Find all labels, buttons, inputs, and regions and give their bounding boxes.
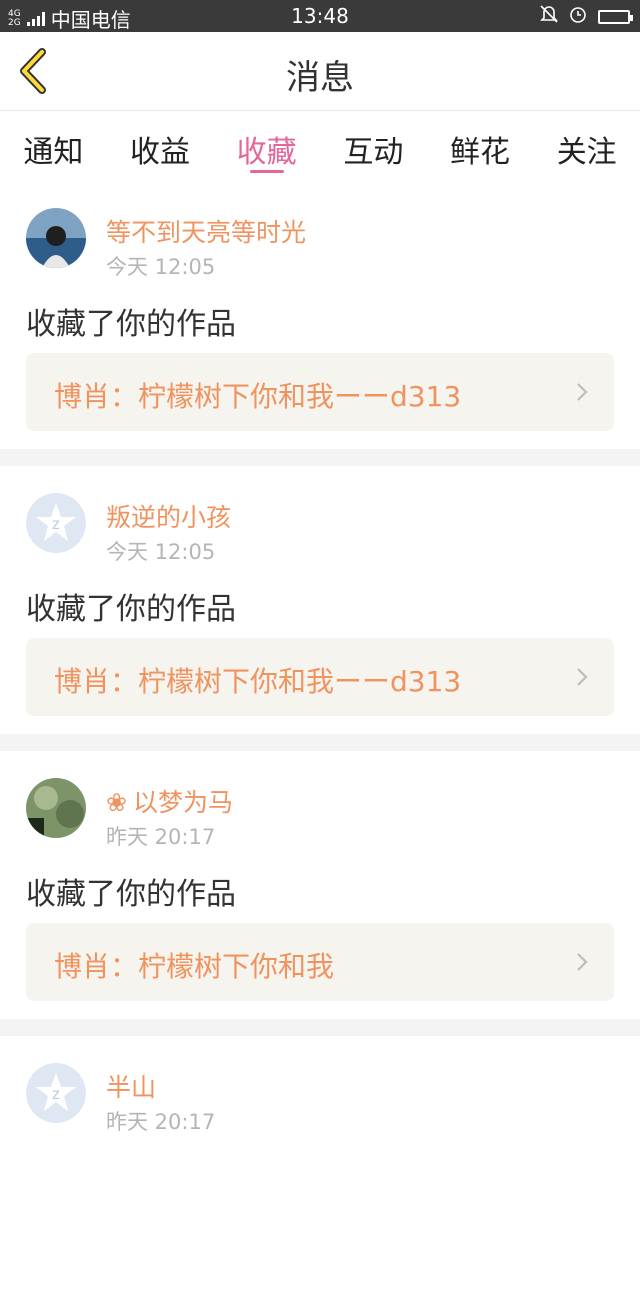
avatar[interactable]: z [26, 493, 86, 553]
work-link[interactable]: 博肖：柠檬树下你和我ーーd313 [26, 353, 614, 431]
work-title: 博肖：柠檬树下你和我 [54, 950, 335, 983]
action-text: 收藏了你的作品 [26, 592, 236, 627]
user-name[interactable]: 叛逆的小孩 [106, 498, 231, 534]
chevron-right-icon [577, 668, 588, 686]
avatar[interactable]: z [26, 1063, 86, 1123]
list-item: 等不到天亮等时光 今天 12:05 收藏了你的作品 博肖：柠檬树下你和我ーーd3… [0, 181, 640, 449]
svg-text:z: z [52, 516, 60, 533]
timestamp: 今天 12:05 [106, 255, 216, 279]
list-item: ❀ 以梦为马 昨天 20:17 收藏了你的作品 博肖：柠檬树下你和我 [0, 751, 640, 1019]
user-name[interactable]: 半山 [106, 1068, 156, 1104]
list-item: z 半山 昨天 20:17 [0, 1036, 640, 1304]
user-name[interactable]: 等不到天亮等时光 [106, 213, 306, 249]
work-title: 博肖：柠檬树下你和我ーーd313 [54, 665, 462, 698]
avatar[interactable] [26, 778, 86, 838]
tab-interactions[interactable]: 互动 [320, 111, 427, 181]
list-item: z 叛逆的小孩 今天 12:05 收藏了你的作品 博肖：柠檬树下你和我ーーd31… [0, 466, 640, 734]
header: 消息 [0, 32, 640, 111]
status-bar: 4G 2G 中国电信 13:48 [0, 0, 640, 32]
battery-icon [598, 9, 633, 24]
timestamp: 昨天 20:17 [106, 825, 216, 849]
tab-following[interactable]: 关注 [533, 111, 640, 181]
divider [0, 449, 640, 466]
tab-earnings[interactable]: 收益 [107, 111, 214, 181]
page-title: 消息 [286, 58, 354, 98]
divider [0, 1019, 640, 1036]
work-title: 博肖：柠檬树下你和我ーーd313 [54, 380, 462, 413]
action-text: 收藏了你的作品 [26, 877, 236, 912]
action-text: 收藏了你的作品 [26, 307, 236, 342]
work-link[interactable]: 博肖：柠檬树下你和我ーーd313 [26, 638, 614, 716]
flower-icon: ❀ [106, 788, 127, 817]
user-name[interactable]: ❀ 以梦为马 [106, 783, 233, 819]
tab-notifications[interactable]: 通知 [0, 111, 107, 181]
timestamp: 今天 12:05 [106, 540, 216, 564]
timestamp: 昨天 20:17 [106, 1110, 216, 1134]
work-link[interactable]: 博肖：柠檬树下你和我 [26, 923, 614, 1001]
message-list: 等不到天亮等时光 今天 12:05 收藏了你的作品 博肖：柠檬树下你和我ーーd3… [0, 181, 640, 1304]
avatar[interactable] [26, 208, 86, 268]
alarm-icon [568, 4, 588, 29]
svg-text:z: z [52, 1086, 60, 1103]
tab-bar: 通知 收益 收藏 互动 鲜花 关注 [0, 111, 640, 181]
chevron-right-icon [577, 383, 588, 401]
divider [0, 734, 640, 751]
mute-bell-icon [540, 4, 558, 29]
chevron-right-icon [577, 953, 588, 971]
active-tab-indicator [249, 170, 284, 173]
tab-flowers[interactable]: 鲜花 [427, 111, 534, 181]
tab-favorites[interactable]: 收藏 [213, 111, 320, 181]
